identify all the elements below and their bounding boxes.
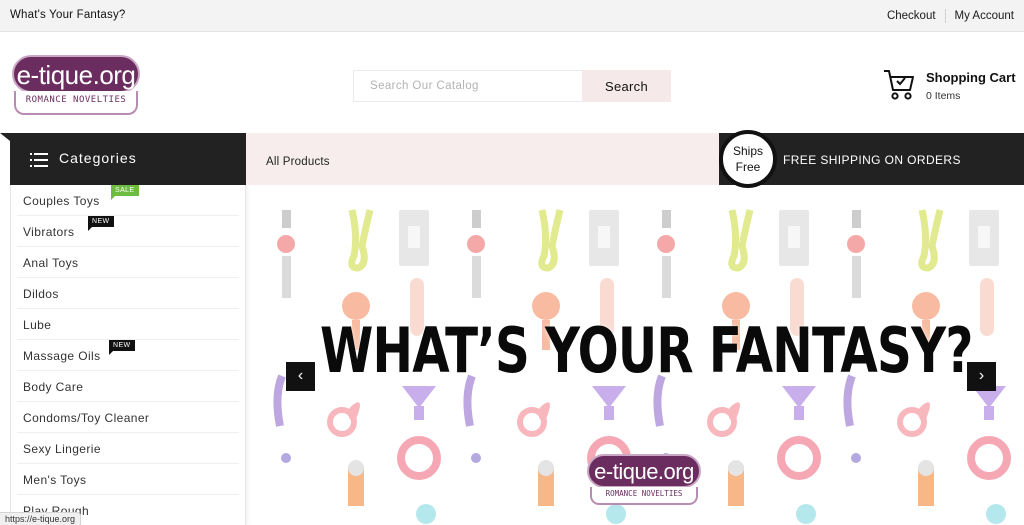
free-shipping-text: FREE SHIPPING ON ORDERS: [783, 153, 961, 167]
category-label: Dildos: [23, 287, 59, 301]
slider-next-button[interactable]: ›: [967, 362, 996, 391]
category-label: Sexy Lingerie: [23, 442, 101, 456]
new-badge: NEW: [88, 216, 114, 231]
all-products-link[interactable]: All Products: [266, 156, 330, 168]
cart-title: Shopping Cart: [926, 70, 1016, 85]
category-dildos[interactable]: Dildos: [17, 278, 239, 309]
category-label: Lube: [23, 318, 52, 332]
search-button[interactable]: Search: [582, 70, 671, 102]
new-badge: NEW: [109, 340, 135, 355]
hero-logo: e-tique.org ROMANCE NOVELTIES: [587, 454, 703, 506]
hero-headline: WHAT’S YOUR FANTASY?: [320, 314, 973, 387]
categories-list: Couples Toys SALE Vibrators NEW Anal Toy…: [10, 185, 246, 525]
account-links: Checkout My Account: [887, 9, 1014, 23]
category-label: Couples Toys: [23, 194, 100, 208]
tagline: What's Your Fantasy?: [10, 9, 126, 21]
ships-free-badge: Ships Free: [719, 130, 777, 188]
menu-icon: [30, 153, 48, 167]
category-label: Condoms/Toy Cleaner: [23, 411, 150, 425]
cart-count: 0 Items: [926, 90, 961, 102]
category-label: Men's Toys: [23, 473, 87, 487]
category-body-care[interactable]: Body Care: [17, 371, 239, 402]
divider: [944, 9, 946, 23]
category-massage-oils[interactable]: Massage Oils NEW: [17, 340, 239, 371]
category-lube[interactable]: Lube: [17, 309, 239, 340]
category-anal-toys[interactable]: Anal Toys: [17, 247, 239, 278]
top-bar: What's Your Fantasy? Checkout My Account: [0, 0, 1024, 32]
categories-title: Categories: [59, 150, 137, 166]
category-couples-toys[interactable]: Couples Toys SALE: [17, 185, 239, 216]
categories-header[interactable]: Categories: [0, 133, 246, 185]
chevron-right-icon: ›: [978, 367, 985, 384]
search-input[interactable]: [353, 70, 582, 102]
category-label: Vibrators: [23, 225, 75, 239]
shopping-cart[interactable]: Shopping Cart 0 Items: [883, 68, 1018, 104]
cart-icon: [884, 70, 914, 100]
hero-logo-subtitle: ROMANCE NOVELTIES: [605, 489, 683, 498]
slider-prev-button[interactable]: ‹: [286, 362, 315, 391]
site-logo[interactable]: e-tique.org ROMANCE NOVELTIES: [12, 53, 142, 117]
my-account-link[interactable]: My Account: [955, 10, 1014, 22]
category-sexy-lingerie[interactable]: Sexy Lingerie: [17, 433, 239, 464]
sale-badge: SALE: [111, 185, 139, 200]
category-condoms-toy-cleaner[interactable]: Condoms/Toy Cleaner: [17, 402, 239, 433]
logo-subtitle: ROMANCE NOVELTIES: [25, 95, 127, 105]
hero-logo-name: e-tique.org: [594, 459, 694, 484]
category-mens-toys[interactable]: Men's Toys: [17, 464, 239, 495]
category-label: Anal Toys: [23, 256, 79, 270]
ships-free-line1: Ships: [732, 144, 764, 158]
logo-name: e-tique.org: [16, 60, 136, 90]
browser-status-url: https://e-tique.org: [0, 512, 82, 525]
checkout-link[interactable]: Checkout: [887, 10, 936, 22]
category-label: Massage Oils: [23, 349, 101, 363]
category-label: Body Care: [23, 380, 84, 394]
chevron-left-icon: ‹: [297, 367, 304, 384]
ships-free-line2: Free: [735, 160, 761, 174]
category-vibrators[interactable]: Vibrators NEW: [17, 216, 239, 247]
search-form: Search: [353, 70, 671, 102]
